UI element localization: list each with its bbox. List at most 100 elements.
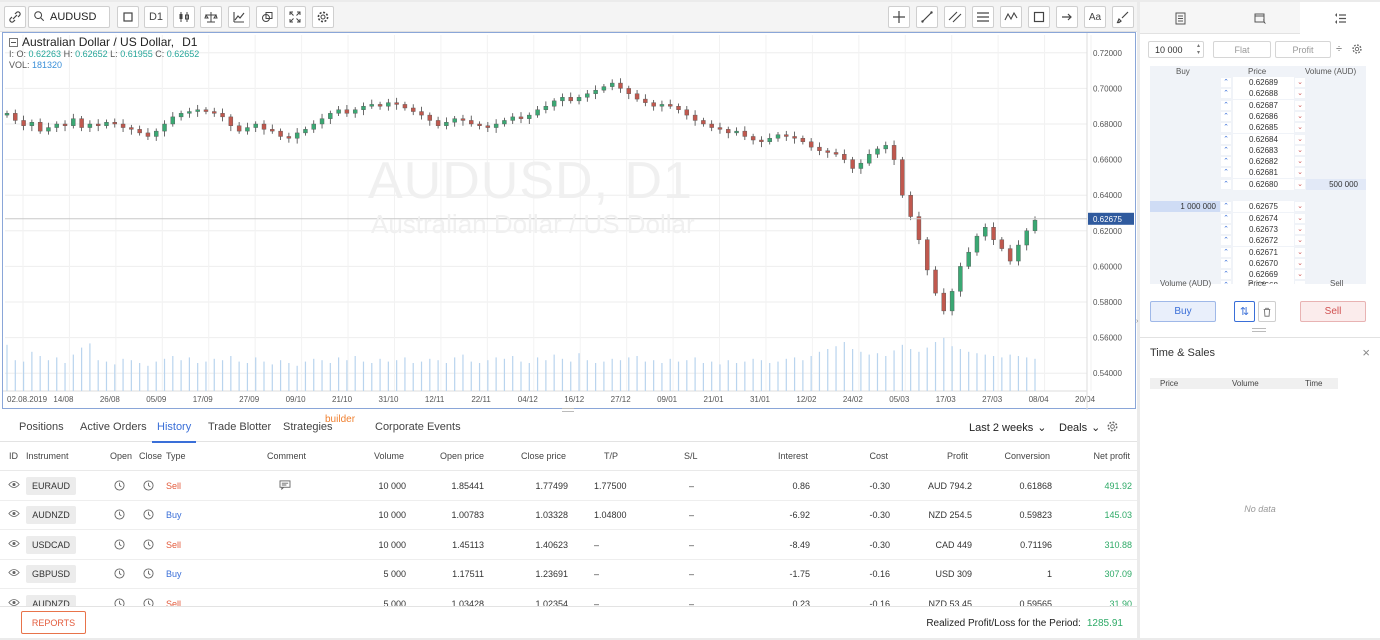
splitter-handle[interactable] [562,408,574,412]
chevron-down-icon[interactable]: ⌄ [1295,78,1305,87]
chevron-up-icon[interactable]: ⌃ [1221,258,1231,268]
arrow-icon[interactable] [1056,6,1078,28]
swap-icon[interactable]: ⇅ [1234,301,1255,322]
chevron-up-icon[interactable]: ⌃ [1221,78,1231,87]
instrument-chip[interactable]: EURAUD [26,477,76,495]
tab-positions[interactable]: Positions [19,421,64,433]
dom-row[interactable]: ⌃ 0.62686 ⌄ [1150,110,1366,122]
period-select[interactable]: Last 2 weeks ⌄ [969,421,1046,435]
candles-icon[interactable] [173,6,195,28]
chevron-up-icon[interactable]: ⌃ [1221,100,1231,110]
chevron-down-icon[interactable]: ⌄ [1295,247,1305,257]
dom-row[interactable]: ⌃ 0.62688 ⌄ [1150,88,1366,100]
price-chart[interactable]: 0.72000 0.70000 0.68000 0.66000 0.64000 0.620… [2,32,1136,410]
chevron-up-icon[interactable]: ⌃ [1221,224,1231,234]
chevron-down-icon[interactable]: ⌄ [1295,179,1305,189]
gear-icon[interactable] [1351,43,1363,58]
split-icon[interactable]: ÷ [1336,43,1342,55]
eye-icon[interactable] [8,539,20,550]
dom-row[interactable]: ⌃ 0.62684 ⌄ [1150,133,1366,145]
gear-icon[interactable] [312,6,334,28]
fullscreen-icon[interactable] [284,6,306,28]
link-icon[interactable] [4,6,26,28]
chevron-down-icon[interactable]: ⌄ [1295,168,1305,178]
open-clock-icon[interactable] [114,509,125,522]
close-clock-icon[interactable] [143,568,154,581]
channel-icon[interactable] [944,6,966,28]
dom-buy-volume[interactable]: 1 000 000 [1150,201,1220,213]
chevron-up-icon[interactable]: ⌃ [1221,179,1231,189]
instrument-chip[interactable]: USDCAD [26,536,76,554]
dom-row[interactable]: ⌃ 0.62670 ⌄ [1150,257,1366,269]
scales-icon[interactable] [200,6,222,28]
chevron-down-icon[interactable]: ⌄ [1295,157,1305,167]
dom-row[interactable] [1150,190,1366,201]
dom-row[interactable]: ⌃ 0.62689 ⌄ [1150,77,1366,88]
chevron-up-icon[interactable]: ⌃ [1221,89,1231,99]
trash-icon[interactable] [1258,301,1276,322]
close-icon[interactable]: × [1362,345,1370,360]
tab-history[interactable]: History [151,421,197,443]
stepper-icon[interactable]: ▴ ▾ [1197,43,1200,57]
timeframe-button[interactable]: D1 [144,6,168,28]
dom-row[interactable]: 1 000 000 ⌃ 0.62675 ⌄ [1150,201,1366,213]
deals-select[interactable]: Deals ⌄ [1059,421,1100,435]
chevron-up-icon[interactable]: ⌃ [1221,157,1231,167]
chevron-up-icon[interactable]: ⌃ [1221,134,1231,144]
wave-icon[interactable] [1000,6,1022,28]
quantity-input[interactable]: 10 000 ▴ ▾ [1148,41,1204,58]
chevron-down-icon[interactable]: ⌄ [1295,202,1305,212]
close-clock-icon[interactable] [143,539,154,552]
chevron-down-icon[interactable]: ⌄ [1295,213,1305,223]
collapse-icon[interactable] [9,38,18,47]
crosshair-icon[interactable] [888,6,910,28]
open-clock-icon[interactable] [114,568,125,581]
instrument-chip[interactable]: AUDNZD [26,506,76,524]
tab-market-depth[interactable] [1300,2,1380,34]
profit-input[interactable]: Profit [1275,41,1331,58]
dom-row[interactable]: ⌃ 0.62672 ⌄ [1150,235,1366,247]
splitter-handle[interactable] [1252,328,1266,332]
dom-row[interactable]: ⌃ 0.62683 ⌄ [1150,144,1366,156]
dom-sell-volume[interactable]: 500 000 [1306,178,1366,190]
chevron-down-icon[interactable]: ⌄ [1295,224,1305,234]
tab-trade-blotter[interactable]: Trade Blotter [208,421,271,433]
reports-button[interactable]: REPORTS [21,611,86,634]
chevron-down-icon[interactable]: ⌄ [1295,258,1305,268]
open-clock-icon[interactable] [114,539,125,552]
chevron-up-icon[interactable]: ⌃ [1221,111,1231,121]
chevron-down-icon[interactable]: ⌄ [1295,111,1305,121]
flat-input[interactable]: Flat [1213,41,1271,58]
table-row[interactable]: EURAUD Sell 10 000 1.85441 1.77499 1.77500 – 0.… [0,472,1137,501]
chevron-down-icon[interactable]: ⌄ [1295,236,1305,246]
gear-icon[interactable] [1106,420,1119,436]
sell-button[interactable]: Sell [1300,301,1366,322]
indicator-icon[interactable] [228,6,250,28]
chevron-down-icon[interactable]: ⌄ [1295,145,1305,155]
chevron-up-icon[interactable]: ⌃ [1221,213,1231,223]
chevron-up-icon[interactable]: ⌃ [1221,145,1231,155]
chevron-down-icon[interactable]: ⌄ [1295,134,1305,144]
buy-button[interactable]: Buy [1150,301,1216,322]
chevron-up-icon[interactable]: ⌃ [1221,168,1231,178]
brush-icon[interactable] [1112,6,1134,28]
chevron-up-icon[interactable]: ⌃ [1221,247,1231,257]
dom-row[interactable]: ⌃ 0.62673 ⌄ [1150,223,1366,235]
chevron-up-icon[interactable]: ⌃ [1221,123,1231,133]
table-row[interactable]: USDCAD Sell 10 000 1.45113 1.40623 – – -8.49 -0.… [0,531,1137,560]
chevron-up-icon[interactable]: ⌃ [1221,270,1231,280]
chevron-down-icon[interactable]: ⌄ [1295,270,1305,280]
tab-quick-trade[interactable] [1220,2,1300,34]
horizontal-lines-icon[interactable] [972,6,994,28]
eye-icon[interactable] [8,480,20,491]
eye-icon[interactable] [8,568,20,579]
dom-row[interactable]: ⌃ 0.62671 ⌄ [1150,246,1366,258]
comment-icon[interactable] [279,480,291,492]
table-row[interactable]: GBPUSD Buy 5 000 1.17511 1.23691 – – -1.75 -0.16… [0,560,1137,589]
instrument-chip[interactable]: GBPUSD [26,565,76,583]
tab-order-entry[interactable] [1140,2,1220,34]
overlay-icon[interactable] [256,6,278,28]
chevron-down-icon[interactable]: ⌄ [1295,89,1305,99]
dom-row[interactable]: ⌃ 0.62674 ⌄ [1150,212,1366,224]
symbol-search[interactable]: AUDUSD [28,6,110,28]
